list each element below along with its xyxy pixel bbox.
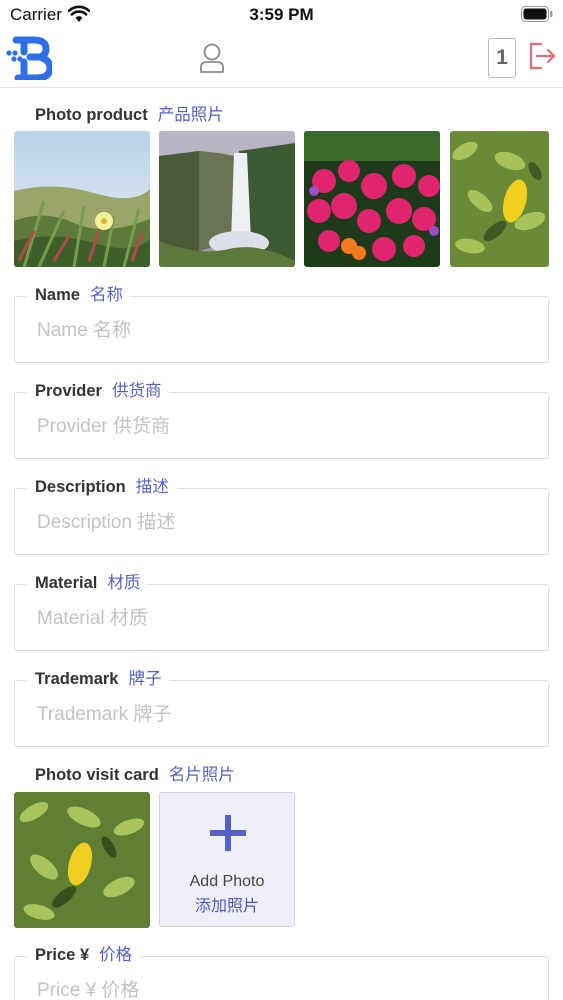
material-label: Material 材质	[27, 571, 149, 595]
plus-icon	[210, 815, 246, 851]
visit-card-photo-1[interactable]	[14, 792, 150, 928]
provider-label: Provider 供货商	[27, 379, 170, 403]
product-photo-1[interactable]	[14, 131, 150, 267]
logout-icon[interactable]	[527, 41, 557, 71]
description-input[interactable]	[37, 509, 517, 537]
user-profile-icon[interactable]	[198, 42, 226, 74]
add-photo-button[interactable]: Add Photo 添加照片	[159, 792, 295, 927]
description-label: Description 描述	[27, 475, 177, 499]
cart-count-badge[interactable]: 1	[488, 38, 516, 78]
top-nav-bar: 1	[0, 30, 563, 88]
material-input[interactable]	[37, 605, 517, 633]
status-bar: Carrier 3:59 PM	[0, 0, 563, 30]
product-photo-3[interactable]	[304, 131, 440, 267]
clock: 3:59 PM	[249, 5, 314, 24]
product-photo-2[interactable]	[159, 131, 295, 267]
trademark-label: Trademark 牌子	[27, 667, 170, 691]
name-input[interactable]	[37, 317, 517, 345]
trademark-input[interactable]	[37, 701, 517, 729]
photo-product-label: Photo product 产品照片	[35, 106, 224, 124]
photo-visit-card-label: Photo visit card 名片照片	[35, 766, 235, 784]
battery-icon	[521, 6, 553, 22]
product-photo-4[interactable]	[450, 131, 549, 267]
add-photo-label-zh: 添加照片	[194, 898, 259, 915]
name-label: Name 名称	[27, 283, 131, 307]
add-photo-label: Add Photo	[189, 873, 265, 890]
provider-input[interactable]	[37, 413, 517, 441]
price-input[interactable]	[37, 977, 517, 1000]
price-label: Price ¥ 价格	[27, 943, 141, 967]
app-logo-icon[interactable]	[4, 36, 52, 80]
